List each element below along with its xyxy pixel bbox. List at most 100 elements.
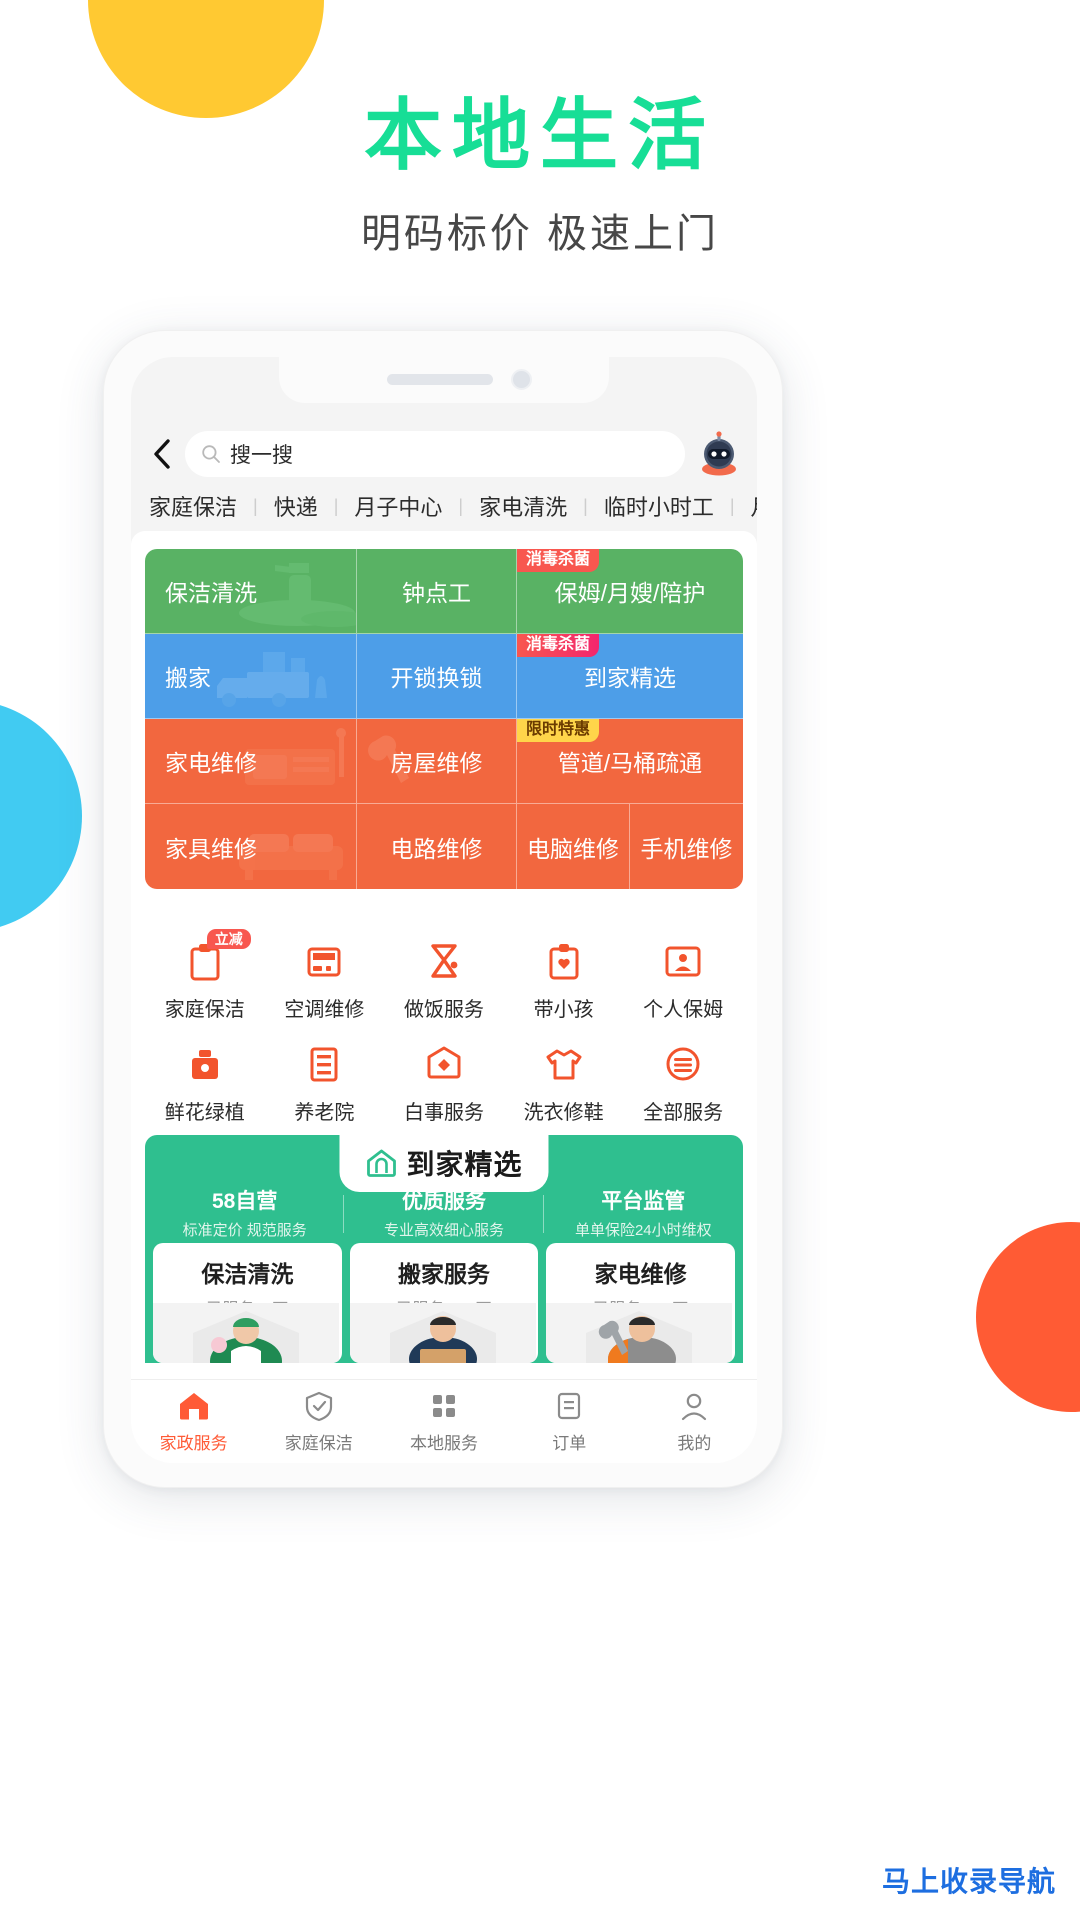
chip-separator: | xyxy=(729,495,735,516)
watermark: 马上收录导航 xyxy=(881,1866,1056,1897)
robot-assistant-icon[interactable] xyxy=(695,430,743,478)
chip-jiadianqingxi[interactable]: 家电清洗 xyxy=(477,490,569,522)
feature-title: 58自营 xyxy=(211,1190,278,1213)
shortcut-row-2: 鲜花绿植 养老院 白事服务 洗衣修鞋 全部服务 xyxy=(145,1030,743,1133)
feature-desc: 标准定价 规范服务 xyxy=(182,1222,307,1240)
chip-overflow[interactable]: 月 xyxy=(749,490,757,522)
shortcut-label: 全部服务 xyxy=(643,1102,724,1124)
back-chevron-icon[interactable] xyxy=(145,437,179,471)
phone-notch xyxy=(279,357,609,403)
category-cell-diannaoweixiu[interactable]: 电脑维修 xyxy=(517,804,630,889)
user-icon xyxy=(677,1390,711,1422)
category-chip-bar[interactable]: 家庭保洁 | 快递 | 月子中心 | 家电清洗 | 临时小时工 | 月 xyxy=(131,481,757,531)
chip-jiatingbaojie[interactable]: 家庭保洁 xyxy=(147,490,239,522)
category-badge: 消毒杀菌 xyxy=(517,549,600,572)
category-cell-zhongdiangong[interactable]: 钟点工 xyxy=(357,549,517,634)
search-icon xyxy=(202,445,220,463)
shortcut-label: 做饭服务 xyxy=(403,999,484,1021)
category-cell-daojiajingxuan[interactable]: 消毒杀菌 到家精选 xyxy=(517,634,743,719)
tab-label: 家庭保洁 xyxy=(284,1433,353,1453)
notch-camera xyxy=(511,369,532,390)
shortcut-daixiaohai[interactable]: 带小孩 xyxy=(504,927,624,1030)
baby-card-icon xyxy=(542,939,586,983)
shortcut-label: 空调维修 xyxy=(284,999,365,1021)
shortcut-jiatingbaojie[interactable]: 立减 家庭保洁 xyxy=(145,927,265,1030)
brand-panel: 到家精选 58自营 标准定价 规范服务 优质服务 专业高效细心服务 平台监管 单… xyxy=(145,1135,743,1243)
content-sheet: 保洁清洗 钟点工 消毒杀菌 保姆/月嫂/陪护 搬家 开锁换锁 消毒杀菌 到家精选… xyxy=(131,531,757,1463)
shortcut-xiyixiuxie[interactable]: 洗衣修鞋 xyxy=(504,1030,624,1133)
category-cell-baojieqingxi[interactable]: 保洁清洗 xyxy=(145,549,357,634)
tshirt-icon xyxy=(542,1042,586,1086)
brand-logo-pill: 到家精选 xyxy=(339,1135,549,1192)
shortcut-yanglaoyuan[interactable]: 养老院 xyxy=(265,1030,385,1133)
grid-icon xyxy=(427,1390,461,1422)
tab-wode[interactable]: 我的 xyxy=(632,1390,757,1454)
tab-label: 本地服务 xyxy=(410,1433,478,1453)
feature-title: 平台监管 xyxy=(601,1190,686,1213)
shortcut-baishifuwu[interactable]: 白事服务 xyxy=(384,1030,504,1133)
category-cell-dianluweixiu[interactable]: 电路维修 xyxy=(357,804,517,889)
tab-dingdan[interactable]: 订单 xyxy=(507,1390,632,1454)
category-label: 保姆/月嫂/陪护 xyxy=(554,580,706,606)
tab-label: 家政服务 xyxy=(159,1433,228,1453)
shortcut-badge: 立减 xyxy=(206,929,251,949)
chip-yuezizhongxin[interactable]: 月子中心 xyxy=(352,490,444,522)
tab-jiatingbaojie[interactable]: 家庭保洁 xyxy=(256,1390,381,1454)
shortcut-label: 带小孩 xyxy=(533,999,594,1021)
category-cell-baomu[interactable]: 消毒杀菌 保姆/月嫂/陪护 xyxy=(517,549,743,634)
service-card-jiadian[interactable]: 家电维修 已服务14.7万 xyxy=(546,1243,736,1363)
shortcut-label: 鲜花绿植 xyxy=(164,1102,245,1124)
feature-desc: 专业高效细心服务 xyxy=(383,1222,504,1240)
shortcut-zuofanfuwu[interactable]: 做饭服务 xyxy=(384,927,504,1030)
category-cell-kaisuohuansuo[interactable]: 开锁换锁 xyxy=(357,634,517,719)
service-card-baojie[interactable]: 保洁清洗 已服务29万 xyxy=(153,1243,342,1363)
category-grid: 保洁清洗 钟点工 消毒杀菌 保姆/月嫂/陪护 搬家 开锁换锁 消毒杀菌 到家精选… xyxy=(145,549,743,889)
moving-truck-art xyxy=(217,652,327,707)
category-cell-jiadianweixiu[interactable]: 家电维修 xyxy=(145,719,357,804)
bottom-tab-bar[interactable]: 家政服务 家庭保洁 本地服务 订单 我的 xyxy=(131,1379,757,1463)
chip-kuaidi[interactable]: 快递 xyxy=(272,490,320,522)
decorative-orange-circle xyxy=(976,1222,1080,1412)
phone-mockup: 搜一搜 家庭保洁 | 快递 | 月子中心 | 家电清洗 | 临时小时工 | 保洁… xyxy=(103,330,783,1488)
category-label: 搬家 xyxy=(165,665,211,691)
brand-feature-3: 平台监管 单单保险24小时维权 xyxy=(544,1189,743,1240)
home-brand-icon xyxy=(367,1149,396,1177)
category-badge: 限时特惠 xyxy=(517,719,600,742)
page-title: 本地生活 xyxy=(363,91,716,179)
category-cell-banjia[interactable]: 搬家 xyxy=(145,634,357,719)
tab-bendifuwu[interactable]: 本地服务 xyxy=(381,1390,506,1454)
category-cell-fangwuweixiu[interactable]: 房屋维修 xyxy=(357,719,517,804)
phone-screen: 搜一搜 家庭保洁 | 快递 | 月子中心 | 家电清洗 | 临时小时工 | 保洁… xyxy=(131,357,757,1463)
notch-speaker xyxy=(387,374,493,385)
category-cell-guandao[interactable]: 限时特惠 管道/马桶疏通 xyxy=(517,719,743,804)
tab-jiazhengfuwu[interactable]: 家政服务 xyxy=(131,1390,256,1454)
tab-label: 订单 xyxy=(552,1433,587,1453)
category-cell-shoujiweixiu[interactable]: 手机维修 xyxy=(630,804,743,889)
flower-pot-icon xyxy=(183,1042,227,1086)
cleaner-photo xyxy=(153,1303,342,1363)
brand-feature-2: 优质服务 专业高效细心服务 xyxy=(344,1189,544,1240)
chip-separator: | xyxy=(583,495,588,516)
category-label: 手机维修 xyxy=(640,835,733,862)
category-label: 家具维修 xyxy=(165,835,257,862)
house-shield-icon xyxy=(422,1042,466,1086)
category-label: 钟点工 xyxy=(402,580,471,606)
brand-features: 58自营 标准定价 规范服务 优质服务 专业高效细心服务 平台监管 单单保险24… xyxy=(145,1189,743,1240)
category-label: 保洁清洗 xyxy=(165,580,257,606)
shortcut-gerenbaomu[interactable]: 个人保姆 xyxy=(623,927,743,1030)
chip-linshixiaoshigong[interactable]: 临时小时工 xyxy=(602,490,716,522)
category-label: 管道/马桶疏通 xyxy=(557,750,703,776)
shortcut-label: 养老院 xyxy=(294,1102,355,1124)
category-cell-jiajuweixiu[interactable]: 家具维修 xyxy=(145,804,357,889)
category-label: 房屋维修 xyxy=(390,750,483,776)
poster-canvas: 本地生活 明码标价 极速上门 搜一搜 家庭保洁 | 快递 | 月子中心 | 家电… xyxy=(0,0,1080,1920)
search-input[interactable]: 搜一搜 xyxy=(185,431,685,477)
service-card-banjia[interactable]: 搬家服务 已服务39.1万 xyxy=(349,1243,539,1363)
order-list-icon xyxy=(552,1390,586,1422)
shortcut-kongtiaoweixiu[interactable]: 空调维修 xyxy=(265,927,385,1030)
category-label: 电路维修 xyxy=(390,835,483,862)
shortcut-xianhualvzhi[interactable]: 鲜花绿植 xyxy=(145,1030,265,1133)
shortcut-quanbufuwu[interactable]: 全部服务 xyxy=(623,1030,743,1133)
air-conditioner-icon xyxy=(302,939,346,983)
shortcut-label: 个人保姆 xyxy=(643,999,724,1021)
